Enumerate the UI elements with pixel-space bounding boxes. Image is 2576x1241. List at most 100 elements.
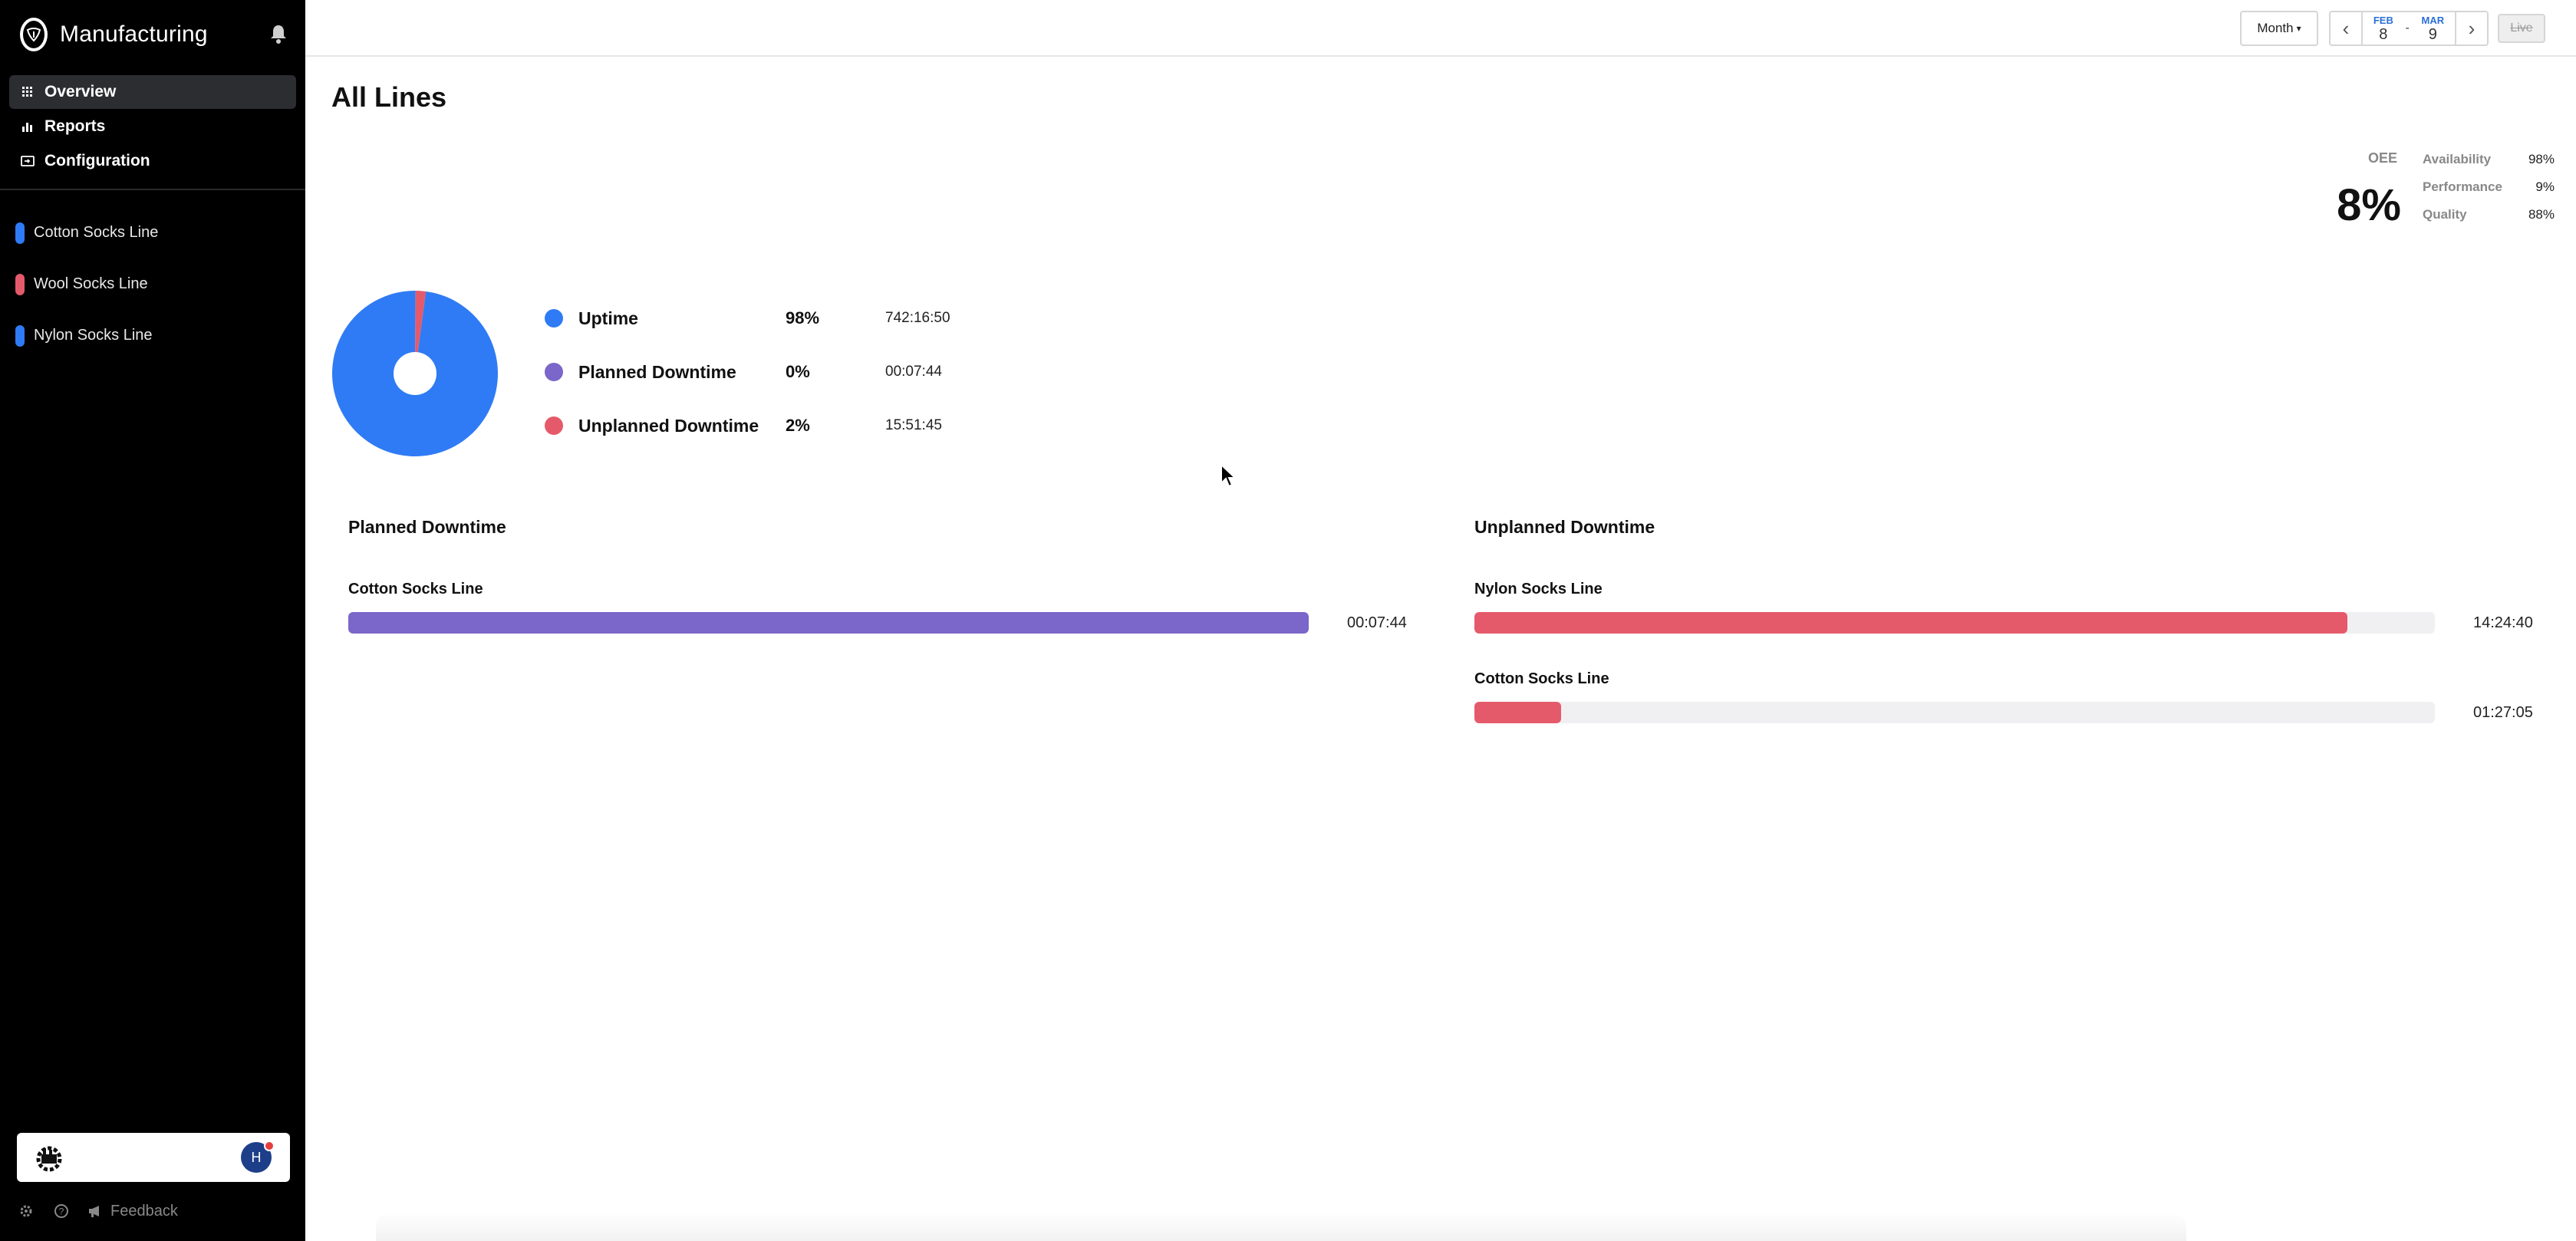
feedback-link[interactable]: Feedback xyxy=(87,1203,178,1220)
bar-track xyxy=(1474,702,2435,723)
metric-value: 9% xyxy=(2535,179,2555,194)
top-bar xyxy=(305,0,2576,57)
metric-label: Quality xyxy=(2423,207,2467,222)
page-title: All Lines xyxy=(331,81,447,113)
nav-item-reports[interactable]: Reports xyxy=(9,110,296,143)
bar-fill xyxy=(1474,702,1561,723)
line-color-indicator xyxy=(15,324,25,347)
legend-row-uptime: Uptime 98% 742:16:50 xyxy=(545,291,1005,345)
downtime-bar-item[interactable]: Cotton Socks Line 00:07:44 xyxy=(348,581,1422,634)
sidebar-footer: ? Feedback xyxy=(17,1200,178,1223)
nav-label: Overview xyxy=(44,83,117,100)
oee-summary: OEE 8% Availability 98% Performance 9% Q… xyxy=(2309,146,2555,230)
bar-label: Cotton Socks Line xyxy=(1474,670,1609,687)
line-item-wool[interactable]: Wool Socks Line xyxy=(15,258,292,310)
mouse-cursor-icon xyxy=(1220,463,1237,488)
legend-name: Unplanned Downtime xyxy=(578,415,759,436)
chevron-left-icon: ‹ xyxy=(2342,16,2350,40)
bar-time: 01:27:05 xyxy=(2473,703,2533,721)
app-title: Manufacturing xyxy=(60,21,208,47)
legend-row-planned-downtime: Planned Downtime 0% 00:07:44 xyxy=(545,345,1005,399)
start-date: FEB 8 xyxy=(2373,15,2393,42)
uptime-legend: Uptime 98% 742:16:50 Planned Downtime 0%… xyxy=(545,291,1005,453)
period-label: Month xyxy=(2257,21,2294,35)
caret-down-icon: ▾ xyxy=(2296,23,2301,34)
bell-icon[interactable] xyxy=(268,23,288,44)
avatar-initial: H xyxy=(251,1149,262,1165)
gear-icon[interactable] xyxy=(17,1202,35,1220)
next-period-button[interactable]: › xyxy=(2455,11,2489,46)
end-day: 9 xyxy=(2428,25,2437,43)
line-item-cotton[interactable]: Cotton Socks Line xyxy=(15,207,292,258)
downtime-bar-item[interactable]: Cotton Socks Line 01:27:05 xyxy=(1474,670,2548,723)
bar-label: Cotton Socks Line xyxy=(348,581,483,597)
feedback-label: Feedback xyxy=(110,1202,178,1220)
uptime-donut-chart xyxy=(332,291,498,456)
chevron-right-icon: › xyxy=(2468,16,2476,40)
bar-fill xyxy=(1474,612,2348,634)
legend-dot xyxy=(545,416,563,435)
bar-time: 14:24:40 xyxy=(2473,614,2533,631)
start-day: 8 xyxy=(2379,25,2388,43)
downtime-bar-item[interactable]: Nylon Socks Line 14:24:40 xyxy=(1474,581,2548,634)
main-nav: Overview Reports Configuration xyxy=(9,75,296,179)
sidebar-divider xyxy=(0,189,305,190)
section-title: Planned Downtime xyxy=(348,517,506,537)
avatar[interactable]: H xyxy=(241,1141,275,1173)
line-label: Cotton Socks Line xyxy=(34,224,159,241)
metric-label: Availability xyxy=(2423,152,2492,166)
line-list: Cotton Socks Line Wool Socks Line Nylon … xyxy=(15,207,292,361)
brand[interactable]: Manufacturing xyxy=(20,14,208,55)
oee-value: 8% xyxy=(2337,180,2401,230)
prev-period-button[interactable]: ‹ xyxy=(2329,11,2363,46)
end-month: MAR xyxy=(2421,14,2445,26)
legend-time: 00:07:44 xyxy=(885,364,942,380)
live-button[interactable]: Live xyxy=(2498,14,2545,43)
date-range[interactable]: FEB 8 - MAR 9 xyxy=(2363,11,2455,46)
user-panel[interactable]: H xyxy=(17,1133,290,1182)
help-icon[interactable]: ? xyxy=(52,1202,71,1220)
end-date: MAR 9 xyxy=(2422,15,2445,42)
line-item-nylon[interactable]: Nylon Socks Line xyxy=(15,310,292,361)
bar-row: 00:07:44 xyxy=(348,612,1422,634)
bar-time: 00:07:44 xyxy=(1347,614,1407,631)
legend-name: Planned Downtime xyxy=(578,361,736,382)
bar-row: 14:24:40 xyxy=(1474,612,2548,634)
nav-item-configuration[interactable]: Configuration xyxy=(9,144,296,178)
nav-label: Reports xyxy=(44,117,106,135)
legend-time: 742:16:50 xyxy=(885,310,950,326)
bar-track xyxy=(1474,612,2435,634)
grid-icon xyxy=(20,84,35,100)
legend-time: 15:51:45 xyxy=(885,417,942,433)
metric-label: Performance xyxy=(2423,179,2502,194)
period-select[interactable]: Month ▾ xyxy=(2240,11,2318,46)
legend-percent: 98% xyxy=(786,308,820,328)
factory-gear-icon xyxy=(32,1142,66,1173)
bottom-panel-edge xyxy=(376,1212,2186,1241)
planned-downtime-section: Planned Downtime Cotton Socks Line 00:07… xyxy=(348,517,1422,670)
megaphone-icon xyxy=(87,1204,103,1218)
line-label: Nylon Socks Line xyxy=(34,327,153,344)
date-separator: - xyxy=(2405,21,2410,35)
metric-value: 88% xyxy=(2528,207,2555,222)
start-month: FEB xyxy=(2373,14,2393,26)
notification-dot xyxy=(264,1141,275,1151)
oee-metrics: Availability 98% Performance 9% Quality … xyxy=(2423,146,2555,229)
metric-value: 98% xyxy=(2528,152,2555,166)
svg-text:?: ? xyxy=(59,1206,64,1217)
bar-label: Nylon Socks Line xyxy=(1474,581,1603,597)
bar-fill xyxy=(348,612,1309,634)
legend-name: Uptime xyxy=(578,308,638,328)
sidebar: Manufacturing Overview Reports Configura… xyxy=(0,0,305,1241)
nav-item-overview[interactable]: Overview xyxy=(9,75,296,109)
bar-chart-icon xyxy=(20,119,35,134)
section-title: Unplanned Downtime xyxy=(1474,517,1655,537)
line-label: Wool Socks Line xyxy=(34,275,148,292)
bar-row: 01:27:05 xyxy=(1474,702,2548,723)
metric-quality: Quality 88% xyxy=(2423,201,2555,229)
donut-hole xyxy=(394,352,436,395)
oee-label: OEE xyxy=(2367,150,2397,166)
bar-track xyxy=(348,612,1309,634)
legend-percent: 0% xyxy=(786,362,810,381)
legend-dot xyxy=(545,363,563,381)
